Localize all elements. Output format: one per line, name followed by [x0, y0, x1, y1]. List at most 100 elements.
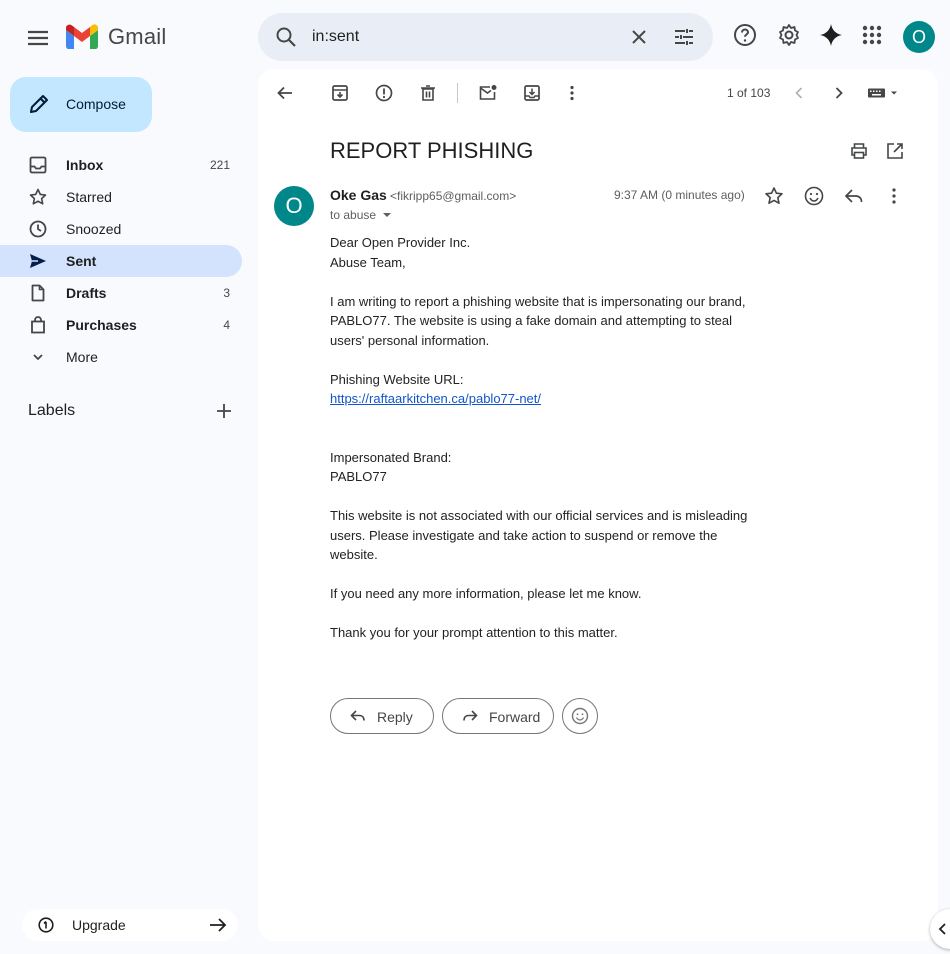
gemini-sparkle-icon[interactable] — [818, 22, 844, 48]
send-icon — [30, 254, 46, 268]
gmail-logo-icon — [66, 24, 98, 49]
help-icon[interactable] — [732, 22, 758, 48]
body-line: Dear Open Provider Inc. — [330, 235, 471, 250]
body-line — [330, 428, 760, 448]
message-view: 1 of 103 REPORT PHISHING O Oke Gas <fikr… — [258, 69, 938, 941]
reply-label: Reply — [377, 709, 413, 725]
star-icon — [29, 188, 47, 205]
arrow-right-icon — [210, 918, 227, 932]
search-bar[interactable] — [258, 13, 713, 61]
reply-icon — [350, 710, 365, 721]
sidebar-item-purchases[interactable]: Purchases 4 — [0, 309, 242, 341]
chevron-left-icon — [938, 923, 946, 935]
message-more-icon[interactable] — [883, 185, 905, 207]
body-line: Thank you for your prompt attention to t… — [330, 625, 618, 640]
smiley-icon — [571, 707, 589, 725]
reply-button[interactable]: Reply — [330, 698, 434, 734]
sidebar-item-label: Inbox — [66, 157, 104, 173]
clear-search-icon[interactable] — [627, 25, 651, 49]
account-avatar[interactable]: O — [903, 21, 935, 53]
purchases-icon — [31, 316, 45, 334]
body-line — [330, 487, 760, 507]
sidebar-item-snoozed[interactable]: Snoozed — [0, 213, 242, 245]
sidebar-item-sent[interactable]: Sent — [0, 245, 242, 277]
sidebar-item-drafts[interactable]: Drafts 3 — [0, 277, 242, 309]
top-bar: Gmail O — [0, 0, 950, 72]
body-line: If you need any more information, please… — [330, 586, 642, 601]
clock-icon — [29, 220, 47, 238]
toolbar-divider — [457, 83, 458, 103]
body-line: Impersonated Brand: — [330, 449, 452, 465]
labels-heading: Labels — [28, 402, 76, 419]
upgrade-button[interactable]: Upgrade — [22, 909, 238, 941]
reply-icon[interactable] — [843, 185, 865, 207]
delete-trash-icon[interactable] — [418, 83, 438, 103]
forward-icon — [463, 710, 478, 721]
sidebar-item-label: Snoozed — [66, 221, 122, 237]
recipient-text: to abuse — [330, 208, 377, 222]
caret-down-icon — [383, 213, 392, 217]
emoji-reaction-button[interactable] — [562, 698, 598, 734]
more-vertical-icon[interactable] — [562, 83, 582, 103]
search-icon[interactable] — [274, 25, 298, 49]
sidebar-item-count: 3 — [223, 286, 230, 300]
sidebar-item-more[interactable]: More — [0, 341, 242, 373]
keyboard-input-icon[interactable] — [866, 83, 902, 103]
draft-icon — [31, 284, 45, 302]
compose-label: Compose — [66, 96, 126, 112]
body-line — [330, 409, 760, 429]
body-link-line: https://raftaarkitchen.ca/pablo77-net/ — [330, 389, 760, 409]
email-subject: REPORT PHISHING — [330, 138, 534, 163]
search-options-icon[interactable] — [672, 25, 696, 49]
sender-email: <fikripp65@gmail.com> — [390, 189, 517, 203]
body-line — [330, 272, 760, 292]
search-input[interactable] — [312, 23, 612, 51]
recipient-details[interactable]: to abuse — [330, 208, 392, 222]
print-icon[interactable] — [849, 141, 869, 161]
add-label-icon[interactable] — [214, 401, 234, 421]
back-arrow-icon[interactable] — [275, 83, 295, 103]
forward-label: Forward — [489, 709, 541, 725]
sender-avatar[interactable]: O — [274, 186, 314, 226]
chevron-left-icon[interactable] — [789, 83, 809, 103]
body-line — [330, 565, 760, 585]
emoji-react-icon[interactable] — [803, 185, 825, 207]
body-line — [330, 604, 760, 624]
compose-button[interactable]: Compose — [10, 77, 152, 132]
sidebar-item-label: More — [66, 349, 98, 365]
star-message-icon[interactable] — [763, 185, 785, 207]
body-paragraph: This website is not associated with our … — [330, 508, 748, 562]
body-paragraph: I am writing to report a phishing websit… — [330, 293, 746, 348]
menu-icon[interactable] — [24, 24, 52, 52]
gmail-logo[interactable]: Gmail — [66, 24, 166, 50]
upgrade-label: Upgrade — [72, 917, 126, 933]
settings-gear-icon[interactable] — [776, 22, 802, 48]
pencil-icon — [30, 95, 48, 113]
sidebar-item-inbox[interactable]: Inbox 221 — [0, 149, 242, 181]
sender-name[interactable]: Oke Gas — [330, 187, 387, 203]
sidebar-item-label: Purchases — [66, 317, 137, 333]
sidebar-item-count: 4 — [223, 318, 230, 332]
chevron-down-icon — [33, 354, 43, 361]
body-line — [330, 350, 760, 370]
forward-button[interactable]: Forward — [442, 698, 554, 734]
body-line: Phishing Website URL: — [330, 371, 464, 387]
sidebar-item-label: Drafts — [66, 285, 107, 301]
sidebar-item-starred[interactable]: Starred — [0, 181, 242, 213]
body-line: Abuse Team, — [330, 254, 406, 270]
inbox-icon — [29, 156, 47, 174]
phishing-url-link[interactable]: https://raftaarkitchen.ca/pablo77-net/ — [330, 391, 541, 406]
open-in-new-window-icon[interactable] — [885, 141, 905, 161]
apps-grid-icon[interactable] — [859, 22, 885, 48]
sidebar-item-label: Starred — [66, 189, 112, 205]
archive-icon[interactable] — [330, 83, 350, 103]
move-to-icon[interactable] — [522, 83, 542, 103]
mark-unread-icon[interactable] — [478, 83, 498, 103]
upgrade-icon — [38, 917, 54, 933]
report-spam-icon[interactable] — [374, 83, 394, 103]
sidebar-item-count: 221 — [209, 158, 230, 172]
app-name: Gmail — [108, 24, 167, 49]
sidebar-nav: Inbox 221 Starred Snoozed Sent Drafts 3 … — [0, 149, 242, 373]
chevron-right-icon[interactable] — [829, 83, 849, 103]
sidebar-item-label: Sent — [66, 253, 97, 269]
